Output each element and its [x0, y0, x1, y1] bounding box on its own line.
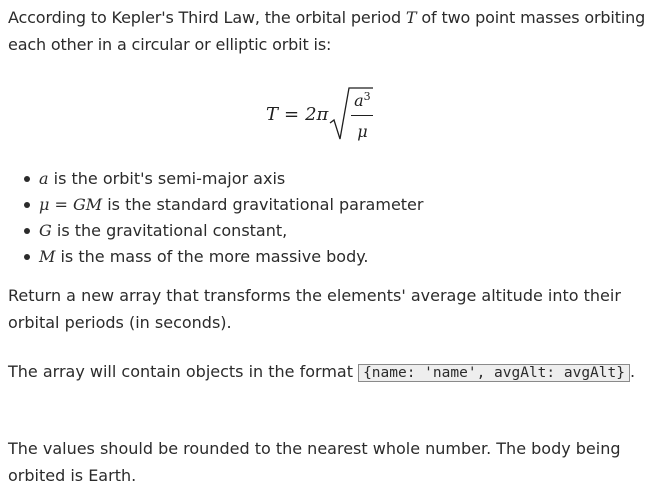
period-variable: T	[405, 8, 417, 27]
rounding-paragraph: The values should be rounded to the near…	[8, 439, 621, 485]
numerator-exponent: 3	[363, 90, 371, 103]
list-item-variable: μ = GM	[39, 195, 103, 214]
formula-equals: =	[284, 103, 300, 125]
format-paragraph: The array will contain objects in the fo…	[8, 358, 648, 387]
instructions-paragraph: Return a new array that transforms the e…	[8, 286, 621, 332]
numerator-base: a	[354, 91, 364, 110]
list-item-text: is the gravitational constant,	[51, 221, 288, 240]
intro-text-before: According to Kepler's Third Law, the orb…	[8, 8, 406, 27]
list-item: μ = GM is the standard gravitational par…	[24, 192, 423, 218]
format-code: {name: 'name', avgAlt: avgAlt}	[358, 364, 630, 382]
list-item: M is the mass of the more massive body.	[24, 244, 423, 270]
list-item-variable: a	[39, 169, 49, 188]
square-root: a3 μ	[329, 85, 374, 143]
kepler-formula: T = 2π a3 μ	[266, 84, 374, 144]
list-item: G is the gravitational constant,	[24, 218, 423, 244]
fraction-denominator: μ	[357, 122, 368, 141]
fraction-numerator: a3	[351, 87, 373, 111]
list-item: a is the orbit's semi-major axis	[24, 166, 423, 192]
fraction-bar	[351, 115, 374, 116]
list-item-text: is the orbit's semi-major axis	[48, 169, 286, 188]
variable-list: a is the orbit's semi-major axis μ = GM …	[24, 166, 423, 270]
list-item-text: is the standard gravitational parameter	[102, 195, 424, 214]
intro-paragraph: According to Kepler's Third Law, the orb…	[8, 4, 652, 58]
format-text-after: .	[629, 362, 636, 381]
formula-lhs: T	[266, 103, 279, 125]
fraction: a3 μ	[351, 87, 374, 142]
list-item-text: is the mass of the more massive body.	[55, 247, 369, 266]
list-item-variable: M	[39, 247, 56, 266]
format-text-before: The array will contain objects in the fo…	[8, 362, 359, 381]
list-item-variable: G	[39, 221, 52, 240]
formula-coefficient: 2π	[305, 103, 329, 125]
